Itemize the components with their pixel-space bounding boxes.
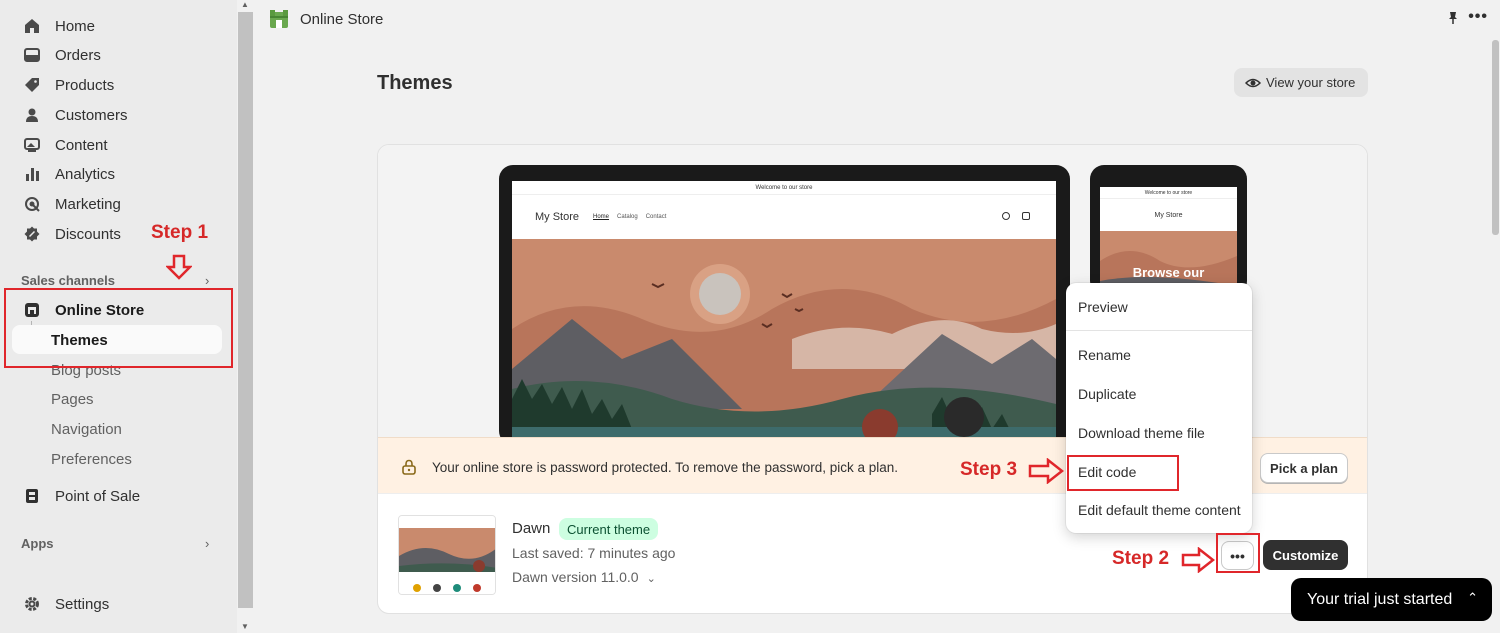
sidebar-item-label: Analytics (55, 165, 116, 183)
phone-screen: Welcome to our store My Store Browse our (1100, 187, 1237, 295)
theme-actions-menu: Preview Rename Duplicate Download theme … (1066, 283, 1252, 533)
chevron-up-icon[interactable]: ⌃ (1467, 590, 1478, 606)
apps-heading[interactable]: Apps (21, 536, 54, 551)
sidebar-item-label: Home (55, 17, 96, 35)
pin-icon[interactable] (1446, 11, 1460, 25)
lock-icon (402, 459, 416, 475)
store-nav: Home Catalog Contact (593, 214, 666, 220)
sidebar-item-home[interactable]: Home (12, 12, 222, 40)
sidebar-item-label: Marketing (55, 195, 121, 213)
sidebar-item-pages[interactable]: Pages (51, 391, 94, 408)
theme-thumbnail[interactable] (398, 515, 496, 595)
page-title: Themes (377, 72, 453, 94)
laptop-screen: Welcome to our store My Store Home Catal… (512, 181, 1056, 441)
arrow-right-icon (1181, 547, 1215, 573)
sidebar-item-label: Settings (55, 595, 110, 613)
store-nav-home: Home (593, 214, 610, 220)
theme-version[interactable]: Dawn version 11.0.0 ⌄ (512, 569, 656, 585)
sidebar-item-label: Discounts (55, 225, 121, 243)
scrollbar-thumb[interactable] (1492, 40, 1499, 235)
menu-item-rename[interactable]: Rename (1078, 347, 1131, 363)
view-store-button[interactable]: View your store (1234, 68, 1368, 97)
bar-chart-icon (24, 166, 40, 182)
phone-announcement: Welcome to our store (1100, 187, 1237, 199)
sidebar-item-label: Point of Sale (55, 487, 141, 505)
view-store-label: View your store (1266, 75, 1356, 90)
step-1-highlight (4, 288, 233, 368)
sidebar-item-customers[interactable]: Customers (12, 101, 222, 129)
chevron-down-icon: ⌄ (646, 573, 656, 585)
sidebar-item-label: Orders (55, 46, 101, 64)
step-3-label: Step 3 (960, 459, 1018, 480)
scroll-down-arrow[interactable]: ▼ (241, 622, 249, 631)
sidebar-item-label: Products (55, 76, 115, 94)
sidebar-item-content[interactable]: Content (12, 131, 222, 159)
target-icon (24, 196, 40, 212)
step-2-label: Step 2 (1112, 548, 1170, 569)
menu-divider (1066, 330, 1252, 331)
store-name: My Store (535, 211, 580, 223)
sidebar-item-point-of-sale[interactable]: Point of Sale (12, 482, 222, 510)
sidebar-item-analytics[interactable]: Analytics (12, 160, 222, 188)
pick-plan-button[interactable]: Pick a plan (1260, 453, 1348, 483)
theme-version-label: Dawn version 11.0.0 (512, 569, 639, 585)
orders-icon (24, 47, 40, 63)
topbar-title: Online Store (300, 10, 384, 28)
store-header-icons (1002, 212, 1030, 220)
eye-icon (1245, 78, 1261, 87)
menu-item-duplicate[interactable]: Duplicate (1078, 386, 1136, 402)
sidebar-item-settings[interactable]: Settings (12, 590, 222, 618)
theme-name: Dawn (512, 520, 551, 537)
scroll-up-arrow[interactable]: ▲ (241, 0, 249, 9)
announcement-bar: Welcome to our store (512, 181, 1056, 195)
main-scrollbar[interactable] (1491, 0, 1500, 633)
cart-icon (1022, 212, 1030, 220)
menu-item-edit-default-theme-content[interactable]: Edit default theme content (1078, 502, 1241, 518)
sidebar-scrollbar[interactable]: ▲ ▼ (237, 0, 254, 633)
gear-icon (24, 596, 40, 612)
sidebar-item-label: Content (55, 136, 108, 154)
step-1-label: Step 1 (151, 222, 209, 243)
last-saved-text: Last saved: 7 minutes ago (512, 545, 676, 561)
more-options-icon[interactable]: ••• (1468, 8, 1488, 26)
discount-icon (24, 226, 40, 242)
chevron-right-icon[interactable]: › (205, 273, 209, 288)
home-icon (24, 18, 40, 34)
laptop-preview: Welcome to our store My Store Home Catal… (499, 165, 1070, 445)
step-2-highlight (1216, 533, 1260, 573)
chevron-right-icon[interactable]: › (205, 536, 209, 551)
store-nav-contact: Contact (645, 214, 667, 220)
sidebar-item-products[interactable]: Products (12, 71, 222, 99)
menu-item-download-theme-file[interactable]: Download theme file (1078, 425, 1205, 441)
sidebar-item-orders[interactable]: Orders (12, 41, 222, 69)
phone-hero-text: Browse our (1132, 265, 1205, 280)
sidebar-item-label: Customers (55, 106, 128, 124)
sales-channels-heading: Sales channels (21, 273, 115, 288)
topbar: Online Store (254, 0, 1491, 38)
arrow-right-icon (1028, 458, 1064, 484)
person-icon (24, 107, 40, 123)
step-3-highlight (1067, 455, 1179, 491)
tag-icon (24, 77, 40, 93)
arrow-down-icon (166, 254, 192, 280)
store-nav-catalog: Catalog (617, 214, 638, 220)
trial-toast[interactable]: Your trial just started ⌃ (1291, 578, 1492, 621)
sidebar-item-navigation[interactable]: Navigation (51, 421, 122, 438)
sidebar-item-preferences[interactable]: Preferences (51, 451, 132, 468)
trial-label: Your trial just started (1307, 590, 1453, 608)
store-header: My Store Home Catalog Contact (512, 195, 1056, 239)
banner-message: Your online store is password protected.… (432, 460, 899, 475)
online-store-logo-icon (270, 10, 288, 28)
hero-illustration (512, 239, 1056, 441)
sidebar-item-marketing[interactable]: Marketing (12, 190, 222, 218)
search-icon (1002, 212, 1010, 220)
pos-icon (24, 488, 40, 504)
menu-item-preview[interactable]: Preview (1078, 299, 1128, 315)
customize-button[interactable]: Customize (1263, 540, 1348, 570)
content-icon (24, 137, 40, 153)
phone-preview: Welcome to our store My Store Browse our (1090, 165, 1247, 295)
current-theme-badge: Current theme (559, 518, 659, 540)
scrollbar-thumb[interactable] (238, 12, 253, 608)
phone-store-name: My Store (1154, 211, 1183, 219)
